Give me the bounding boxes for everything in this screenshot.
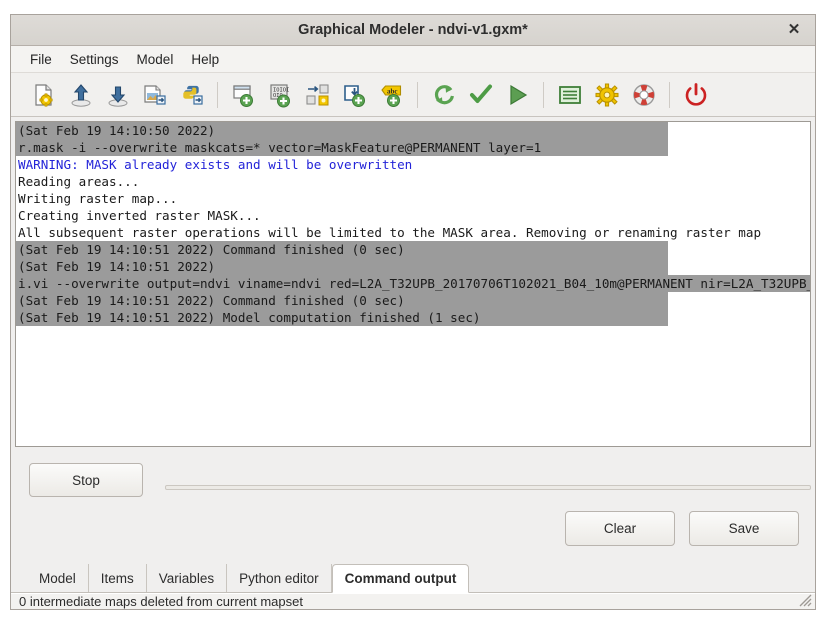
toolbar-separator-2 <box>417 81 418 108</box>
stop-button[interactable]: Stop <box>29 463 143 497</box>
output-line: (Sat Feb 19 14:10:51 2022) Model computa… <box>16 309 810 326</box>
output-line-text: WARNING: MASK already exists and will be… <box>18 157 413 172</box>
close-icon[interactable]: ✕ <box>779 15 809 45</box>
main-toolbar: IOIOI OIO abc <box>11 73 815 117</box>
tab-label: Items <box>100 570 134 586</box>
toolbar-separator-4 <box>669 81 670 108</box>
export-image-icon[interactable] <box>136 77 173 113</box>
output-line-text: (Sat Feb 19 14:10:51 2022) Command finis… <box>18 293 405 308</box>
tab-command-output[interactable]: Command output <box>331 564 470 593</box>
menu-settings[interactable]: Settings <box>61 49 128 70</box>
main-tabbar: Model Items Variables Python editor Command … <box>11 564 815 593</box>
tab-variables[interactable]: Variables <box>147 564 228 592</box>
add-data-icon[interactable]: IOIOI OIO <box>262 77 299 113</box>
save-button[interactable]: Save <box>689 511 799 546</box>
clear-button[interactable]: Clear <box>565 511 675 546</box>
toolbar-separator-1 <box>217 81 218 108</box>
tab-items[interactable]: Items <box>89 564 147 592</box>
statusbar: 0 intermediate maps deleted from current… <box>11 593 815 609</box>
output-line: WARNING: MASK already exists and will be… <box>16 156 810 173</box>
output-line-text: All subsequent raster operations will be… <box>18 225 762 240</box>
command-output-panel[interactable]: (Sat Feb 19 14:10:50 2022) r.mask -i --ov… <box>15 121 811 447</box>
add-comment-icon[interactable]: abc <box>373 77 410 113</box>
menubar: File Settings Model Help <box>11 46 815 73</box>
tab-python-editor[interactable]: Python editor <box>227 564 332 592</box>
output-line: Reading areas... <box>16 173 810 190</box>
add-relation-icon[interactable] <box>299 77 336 113</box>
output-line: All subsequent raster operations will be… <box>16 224 810 241</box>
command-output-text: (Sat Feb 19 14:10:50 2022) r.mask -i --ov… <box>16 122 810 326</box>
progress-row: Stop <box>11 463 815 497</box>
tab-label: Variables <box>158 570 215 586</box>
output-actions: Clear Save <box>11 511 815 546</box>
output-line-text: Writing raster map... <box>18 191 178 206</box>
save-model-icon[interactable] <box>99 77 136 113</box>
add-command-icon[interactable] <box>225 77 262 113</box>
output-line-text: r.mask -i --overwrite maskcats=* vector=… <box>18 140 542 155</box>
output-line: (Sat Feb 19 14:10:51 2022) Command finis… <box>16 241 810 258</box>
quit-icon[interactable] <box>677 77 714 113</box>
menu-file[interactable]: File <box>21 49 61 70</box>
tab-model[interactable]: Model <box>27 564 89 592</box>
progress-gauge <box>165 484 811 490</box>
output-line: (Sat Feb 19 14:10:50 2022) <box>16 122 810 139</box>
validate-icon[interactable] <box>462 77 499 113</box>
output-line: (Sat Feb 19 14:10:51 2022) Command finis… <box>16 292 810 309</box>
output-line: r.mask -i --overwrite maskcats=* vector=… <box>16 139 810 156</box>
output-line-text: (Sat Feb 19 14:10:50 2022) <box>18 123 216 138</box>
output-line-text: Reading areas... <box>18 174 140 189</box>
app-root: Graphical Modeler - ndvi-v1.gxm* ✕ File … <box>0 0 826 624</box>
toolbar-separator-3 <box>543 81 544 108</box>
output-line-text: (Sat Feb 19 14:10:51 2022) <box>18 259 216 274</box>
output-line-text: (Sat Feb 19 14:10:51 2022) Command finis… <box>18 242 405 257</box>
window-title: Graphical Modeler - ndvi-v1.gxm* <box>298 22 528 38</box>
resize-grip-icon[interactable] <box>796 591 812 607</box>
menu-help[interactable]: Help <box>182 49 228 70</box>
output-line: Creating inverted raster MASK... <box>16 207 810 224</box>
output-line: i.vi --overwrite output=ndvi viname=ndvi… <box>16 275 810 292</box>
tab-label: Command output <box>344 571 457 586</box>
open-model-icon[interactable] <box>62 77 99 113</box>
new-model-icon[interactable] <box>25 77 62 113</box>
graphical-modeler-window: Graphical Modeler - ndvi-v1.gxm* ✕ File … <box>10 14 816 610</box>
output-line: Writing raster map... <box>16 190 810 207</box>
gear-icon[interactable] <box>588 77 625 113</box>
redraw-icon[interactable] <box>425 77 462 113</box>
menu-model[interactable]: Model <box>128 49 183 70</box>
add-loop-icon[interactable] <box>336 77 373 113</box>
status-message: 0 intermediate maps deleted from current… <box>19 594 303 609</box>
tab-label: Python editor <box>239 570 319 586</box>
export-python-icon[interactable] <box>173 77 210 113</box>
output-line: (Sat Feb 19 14:10:51 2022) <box>16 258 810 275</box>
window-titlebar: Graphical Modeler - ndvi-v1.gxm* ✕ <box>11 15 815 46</box>
tab-label: Model <box>39 570 76 586</box>
output-line-text: (Sat Feb 19 14:10:51 2022) Model computa… <box>18 310 481 325</box>
run-icon[interactable] <box>499 77 536 113</box>
properties-icon[interactable] <box>551 77 588 113</box>
output-line-text: Creating inverted raster MASK... <box>18 208 261 223</box>
help-icon[interactable] <box>625 77 662 113</box>
output-line-text: i.vi --overwrite output=ndvi viname=ndvi… <box>18 276 810 291</box>
